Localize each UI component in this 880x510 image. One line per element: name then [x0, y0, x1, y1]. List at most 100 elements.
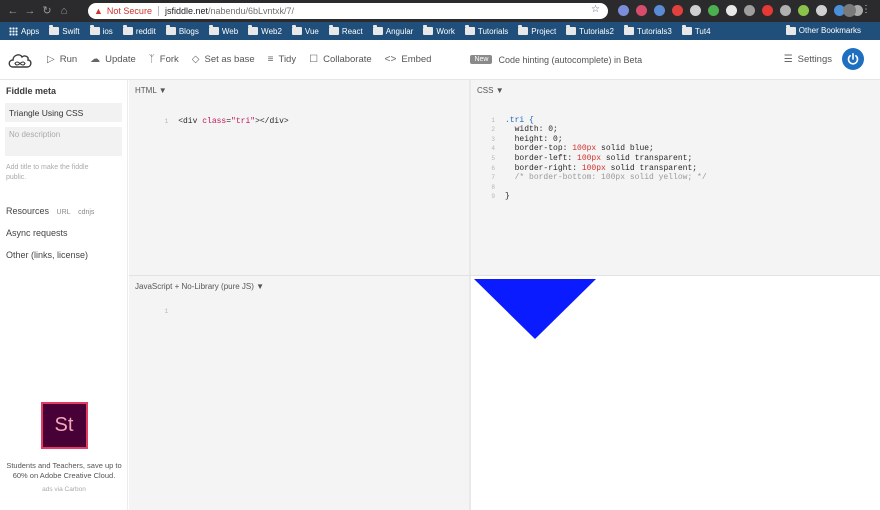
- resources-link[interactable]: Resources URL cdnjs: [6, 206, 94, 216]
- css-code-editor[interactable]: 1 .tri { 2 width: 0; 3 height: 0; 4 borde…: [481, 106, 707, 202]
- profile-avatar[interactable]: [843, 4, 856, 17]
- run-button[interactable]: ▷ Run: [47, 54, 77, 65]
- js-panel-title[interactable]: JavaScript + No-Library (pure JS) ▼: [135, 282, 264, 291]
- bookmark-label: ios: [102, 26, 113, 36]
- folder-icon: [372, 25, 383, 35]
- bookmark-folder[interactable]: Tutorials3: [624, 25, 672, 36]
- code-token: height: 0;: [514, 134, 563, 144]
- css-panel[interactable]: CSS ▼ 1 .tri { 2 width: 0; 3 height: 0; 4…: [471, 80, 880, 275]
- resources-cdnjs-link[interactable]: cdnjs: [78, 209, 94, 216]
- update-label: Update: [105, 54, 136, 65]
- html-panel[interactable]: HTML ▼ 1 <div class="tri"></div>: [129, 80, 469, 275]
- bookmark-other-folder[interactable]: Other Bookmarks: [785, 24, 861, 35]
- code-token: border-right:: [514, 163, 582, 173]
- dropdown-arrow-icon: ▼: [158, 86, 167, 95]
- code-token: solid blue;: [596, 144, 654, 154]
- resources-url-link[interactable]: URL: [57, 209, 71, 216]
- code-token: 100px: [572, 144, 597, 154]
- extension-icon[interactable]: [762, 5, 773, 16]
- settings-button[interactable]: ☰ Settings: [784, 54, 832, 65]
- bookmark-folder[interactable]: Vue: [291, 25, 319, 36]
- carbon-ad[interactable]: St Students and Teachers, save up to 60%…: [0, 402, 128, 493]
- vertical-panel-divider[interactable]: [469, 80, 471, 510]
- bookmark-folder[interactable]: Tut4: [681, 25, 711, 36]
- update-button[interactable]: ☁ Update: [90, 54, 136, 65]
- code-icon: <>: [384, 54, 397, 65]
- bookmark-label: Project: [531, 26, 557, 36]
- extension-icon[interactable]: [744, 5, 755, 16]
- result-panel[interactable]: [471, 276, 880, 510]
- new-badge: New: [470, 55, 493, 64]
- url-host: jsfiddle.net: [164, 6, 208, 16]
- extension-icon[interactable]: [654, 5, 665, 16]
- css-panel-title[interactable]: CSS ▼: [477, 86, 504, 95]
- bookmark-folder[interactable]: Blogs: [165, 25, 199, 36]
- tidy-button[interactable]: ≡ Tidy: [268, 54, 296, 65]
- line-number: 8: [491, 183, 495, 191]
- bookmark-folder[interactable]: Tutorials: [464, 25, 508, 36]
- jsfiddle-logo-icon[interactable]: [7, 50, 33, 70]
- line-number: 3: [491, 135, 495, 143]
- bookmark-folder[interactable]: reddit: [122, 25, 156, 36]
- adobe-stock-logo[interactable]: St: [40, 402, 88, 449]
- bookmark-label: React: [341, 26, 363, 36]
- bookmark-folder[interactable]: Work: [423, 25, 455, 36]
- folder-icon: [208, 25, 219, 35]
- line-number: 9: [491, 193, 495, 201]
- ads-via-carbon[interactable]: ads via Carbon: [0, 486, 128, 493]
- html-panel-title[interactable]: HTML ▼: [135, 86, 167, 95]
- html-code-editor[interactable]: 1 <div class="tri"></div>: [135, 107, 289, 136]
- extension-icon[interactable]: [672, 5, 683, 16]
- js-code-editor[interactable]: 1: [135, 297, 178, 326]
- address-bar[interactable]: ▲ Not Secure jsfiddle.net /nabendu/6bLvn…: [88, 3, 608, 19]
- js-panel-label: JavaScript + No-Library (pure JS): [135, 282, 254, 291]
- code-comment: /* border-bottom: 100px solid yellow; */: [514, 173, 707, 183]
- code-token: ></div>: [255, 116, 289, 126]
- other-links-license-link[interactable]: Other (links, license): [6, 250, 88, 260]
- folder-icon: [566, 25, 577, 35]
- extension-icon[interactable]: [636, 5, 647, 16]
- login-power-button[interactable]: [842, 48, 864, 70]
- browser-menu-icon[interactable]: ⋮: [861, 4, 871, 16]
- bookmark-folder[interactable]: React: [328, 25, 363, 36]
- extension-icon[interactable]: [816, 5, 827, 16]
- extension-icon[interactable]: [690, 5, 701, 16]
- fork-label: Fork: [159, 54, 179, 65]
- forward-icon[interactable]: →: [23, 4, 37, 18]
- warning-icon: ▲: [94, 6, 103, 16]
- bookmarks-bar: Apps Swift ios reddit Blogs Web Web2 Vue…: [0, 22, 880, 40]
- collaborate-button[interactable]: ☐ Collaborate: [309, 54, 372, 65]
- home-icon[interactable]: ⌂: [57, 4, 71, 18]
- bookmark-apps[interactable]: Apps: [9, 26, 39, 36]
- extension-icon[interactable]: [780, 5, 791, 16]
- javascript-panel[interactable]: JavaScript + No-Library (pure JS) ▼ 1: [129, 276, 469, 510]
- horizontal-panel-divider[interactable]: [129, 275, 880, 276]
- address-separator: [157, 6, 159, 16]
- code-token: border-left:: [514, 153, 578, 163]
- extension-icon[interactable]: [708, 5, 719, 16]
- bookmark-folder[interactable]: ios: [89, 25, 113, 36]
- ad-text[interactable]: Students and Teachers, save up to 60% on…: [5, 461, 123, 481]
- bookmark-star-icon[interactable]: ☆: [591, 4, 600, 15]
- bookmark-folder[interactable]: Tutorials2: [566, 25, 614, 36]
- extension-icon[interactable]: [798, 5, 809, 16]
- bookmark-folder[interactable]: Web: [208, 25, 238, 36]
- reload-icon[interactable]: ↻: [40, 4, 54, 18]
- fork-button[interactable]: ᛉ Fork: [149, 54, 179, 65]
- bookmark-folder[interactable]: Web2: [248, 25, 282, 36]
- extension-icon[interactable]: [726, 5, 737, 16]
- bookmark-label: reddit: [135, 26, 156, 36]
- async-requests-link[interactable]: Async requests: [6, 228, 68, 238]
- fiddle-description-input[interactable]: [5, 127, 122, 156]
- tag-icon: ◇: [191, 54, 200, 65]
- back-icon[interactable]: ←: [6, 4, 20, 18]
- bookmark-folder[interactable]: Angular: [372, 25, 413, 36]
- extension-icon[interactable]: [618, 5, 629, 16]
- bookmark-folder[interactable]: Swift: [49, 25, 80, 36]
- embed-button[interactable]: <> Embed: [385, 54, 432, 65]
- code-token: class: [202, 116, 227, 126]
- set-as-base-button[interactable]: ◇ Set as base: [192, 54, 255, 65]
- fiddle-title-input[interactable]: [5, 103, 122, 122]
- code-hinting-link[interactable]: Code hinting (autocomplete) in Beta: [498, 55, 642, 65]
- bookmark-folder[interactable]: Project: [518, 25, 557, 36]
